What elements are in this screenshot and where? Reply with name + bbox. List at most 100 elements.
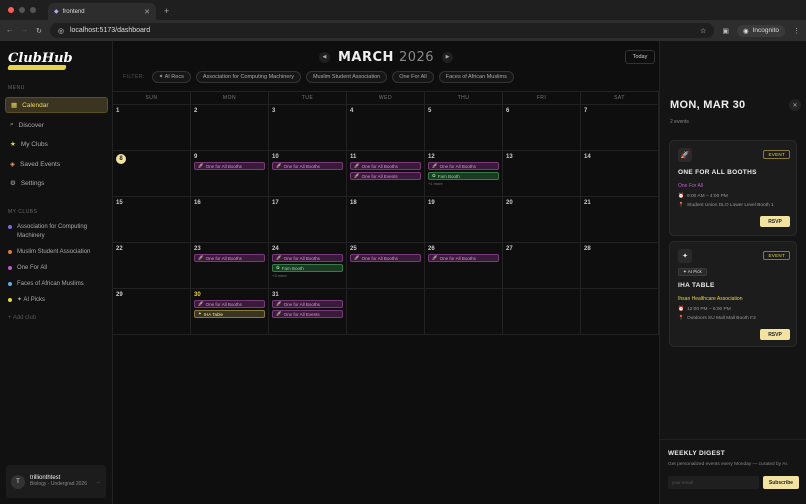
calendar-day-cell[interactable]: 26 🚀 One for All Booths: [425, 243, 503, 288]
sidebar-item-settings[interactable]: ⚙ Settings: [5, 175, 108, 191]
calendar-day-cell[interactable]: 30 🚀 One for All Booths ✦ IHA Table: [191, 289, 269, 334]
rsvp-button[interactable]: RSVP: [760, 216, 790, 227]
club-item[interactable]: Association for Computing Machinery: [8, 223, 108, 240]
calendar-event-chip[interactable]: 🚀 One for All Booths: [194, 300, 265, 308]
more-events-link[interactable]: +1 more: [428, 181, 499, 186]
sidebar-item-my-clubs[interactable]: ★ My Clubs: [5, 136, 108, 152]
filter-chip-faces-african-muslims[interactable]: Faces of African Muslims: [438, 71, 514, 83]
today-button[interactable]: Today: [625, 50, 655, 64]
digest-email-input[interactable]: your email: [668, 476, 759, 489]
calendar-event-chip[interactable]: ✿ Fam Booth: [428, 172, 499, 180]
event-org[interactable]: Ihsan Healthcare Association: [678, 296, 742, 302]
sidebar-item-calendar[interactable]: ▦ Calendar: [5, 97, 108, 113]
calendar-day-cell[interactable]: 17: [269, 197, 347, 242]
more-events-link[interactable]: +3 more: [272, 273, 343, 278]
calendar-day-cell[interactable]: 24 🚀 One for All Booths ✿ Fam Booth +3 more: [269, 243, 347, 288]
calendar-day-cell[interactable]: 5: [425, 105, 503, 150]
user-card[interactable]: T trillionthtest Biology · Undergrad 202…: [6, 465, 106, 498]
close-window-button[interactable]: [8, 7, 14, 13]
browser-menu-icon[interactable]: ⋮: [793, 27, 800, 35]
add-club-button[interactable]: + Add club: [8, 314, 108, 323]
event-org[interactable]: One For All: [678, 183, 703, 189]
incognito-indicator[interactable]: ◉ Incognito: [736, 24, 785, 37]
calendar-day-cell[interactable]: 9 🚀 One for All Booths: [191, 151, 269, 196]
sidebar-item-discover[interactable]: ⌕ Discover: [5, 117, 108, 133]
calendar-day-cell[interactable]: 21: [581, 197, 659, 242]
address-bar[interactable]: ◎ localhost:5173/dashboard ☆: [49, 23, 715, 38]
site-info-icon[interactable]: ◎: [58, 27, 64, 35]
calendar-event-chip[interactable]: 🚀 One for All Booths: [428, 254, 499, 262]
calendar-day-cell[interactable]: 29: [113, 289, 191, 334]
close-icon[interactable]: ✕: [789, 99, 801, 111]
maximize-window-button[interactable]: [30, 7, 36, 13]
calendar-day-cell[interactable]: 14: [581, 151, 659, 196]
event-card[interactable]: 🚀 EVENT ONE FOR ALL BOOTHS One For All ⏰…: [669, 140, 797, 236]
calendar-day-cell[interactable]: 6: [503, 105, 581, 150]
sparkle-icon: ✦: [198, 311, 202, 316]
calendar-day-cell[interactable]: 19: [425, 197, 503, 242]
app-root: ClubHub MENU ▦ Calendar ⌕ Discover ★ My …: [0, 41, 806, 504]
browser-tab[interactable]: ◆ frontend ✕: [48, 3, 156, 20]
filter-chip-acm[interactable]: Association for Computing Machinery: [195, 71, 301, 83]
calendar-day-cell[interactable]: 11 🚀 One for All Booths 🚀 One for All Events: [347, 151, 425, 196]
calendar-day-cell[interactable]: 1: [113, 105, 191, 150]
calendar-event-chip[interactable]: ✿ Fam Booth: [272, 264, 343, 272]
calendar-day-cell[interactable]: 28: [581, 243, 659, 288]
calendar-day-cell[interactable]: 3: [269, 105, 347, 150]
calendar-day-cell[interactable]: 7: [581, 105, 659, 150]
filter-chip-one-for-all[interactable]: One For All: [392, 71, 434, 83]
calendar-day-cell[interactable]: 27: [503, 243, 581, 288]
calendar-day-cell[interactable]: 31 🚀 One for All Booths 🚀 One for All Events: [269, 289, 347, 334]
minimize-window-button[interactable]: [19, 7, 25, 13]
rsvp-button[interactable]: RSVP: [760, 329, 790, 340]
calendar-event-chip[interactable]: 🚀 One for All Booths: [194, 162, 265, 170]
calendar-event-chip[interactable]: 🚀 One for All Booths: [272, 254, 343, 262]
calendar-event-chip[interactable]: 🚀 One for All Booths: [272, 300, 343, 308]
bookmark-star-icon[interactable]: ☆: [700, 27, 706, 35]
calendar-day-cell[interactable]: 10 🚀 One for All Booths: [269, 151, 347, 196]
prev-month-button[interactable]: ◀: [318, 51, 330, 63]
calendar-day-cell[interactable]: 8: [113, 151, 191, 196]
calendar-day-cell[interactable]: 2: [191, 105, 269, 150]
calendar-day-cell[interactable]: 13: [503, 151, 581, 196]
club-item[interactable]: Faces of African Muslims: [8, 280, 108, 289]
next-month-button[interactable]: ▶: [442, 51, 454, 63]
digest-description: Get personalized events every Monday — c…: [668, 462, 788, 467]
calendar-event-chip[interactable]: ✦ IHA Table: [194, 310, 265, 318]
reload-icon[interactable]: ↻: [36, 27, 42, 35]
clubhub-logo[interactable]: ClubHub: [7, 49, 73, 71]
back-icon[interactable]: ←: [6, 27, 13, 34]
clock-icon: ⏰: [678, 194, 684, 199]
calendar-day-cell[interactable]: 23 🚀 One for All Booths: [191, 243, 269, 288]
calendar-day-cell[interactable]: 16: [191, 197, 269, 242]
club-item[interactable]: ✦ AI Picks: [8, 296, 108, 305]
calendar-day-cell[interactable]: 25 🚀 One for All Booths: [347, 243, 425, 288]
calendar-day-cell[interactable]: 22: [113, 243, 191, 288]
sidebar-item-saved-events[interactable]: ◈ Saved Events: [5, 156, 108, 172]
calendar-day-cell[interactable]: 18: [347, 197, 425, 242]
calendar-event-chip[interactable]: 🚀 One for All Booths: [272, 162, 343, 170]
close-tab-icon[interactable]: ✕: [144, 8, 150, 16]
forward-icon[interactable]: →: [21, 27, 28, 34]
weekday-label: FRI: [503, 92, 581, 104]
sidepanel-icon[interactable]: ▣: [722, 27, 729, 35]
filter-chip-msa[interactable]: Muslim Student Association: [305, 71, 388, 83]
day-number: 28: [584, 246, 591, 252]
calendar-day-cell[interactable]: 12 🚀 One for All Booths ✿ Fam Booth +1 more: [425, 151, 503, 196]
club-item[interactable]: One For All: [8, 264, 108, 273]
calendar-event-chip[interactable]: 🚀 One for All Booths: [428, 162, 499, 170]
club-item[interactable]: Muslim Student Association: [8, 248, 108, 257]
calendar-event-chip[interactable]: 🚀 One for All Booths: [350, 162, 421, 170]
calendar-event-chip[interactable]: 🚀 One for All Booths: [194, 254, 265, 262]
subscribe-button[interactable]: Subscribe: [763, 476, 799, 489]
calendar-event-chip[interactable]: 🚀 One for All Events: [272, 310, 343, 318]
new-tab-button[interactable]: +: [156, 6, 177, 20]
day-number: 1: [116, 108, 120, 114]
calendar-event-chip[interactable]: 🚀 One for All Booths: [350, 254, 421, 262]
event-card[interactable]: ✦ EVENT ✦ AI Pick IHA TABLE Ihsan Health…: [669, 241, 797, 347]
filter-chip-ai-recs[interactable]: ✦ AI Recs: [151, 71, 191, 83]
calendar-day-cell[interactable]: 4: [347, 105, 425, 150]
calendar-day-cell[interactable]: 15: [113, 197, 191, 242]
calendar-day-cell[interactable]: 20: [503, 197, 581, 242]
calendar-event-chip[interactable]: 🚀 One for All Events: [350, 172, 421, 180]
